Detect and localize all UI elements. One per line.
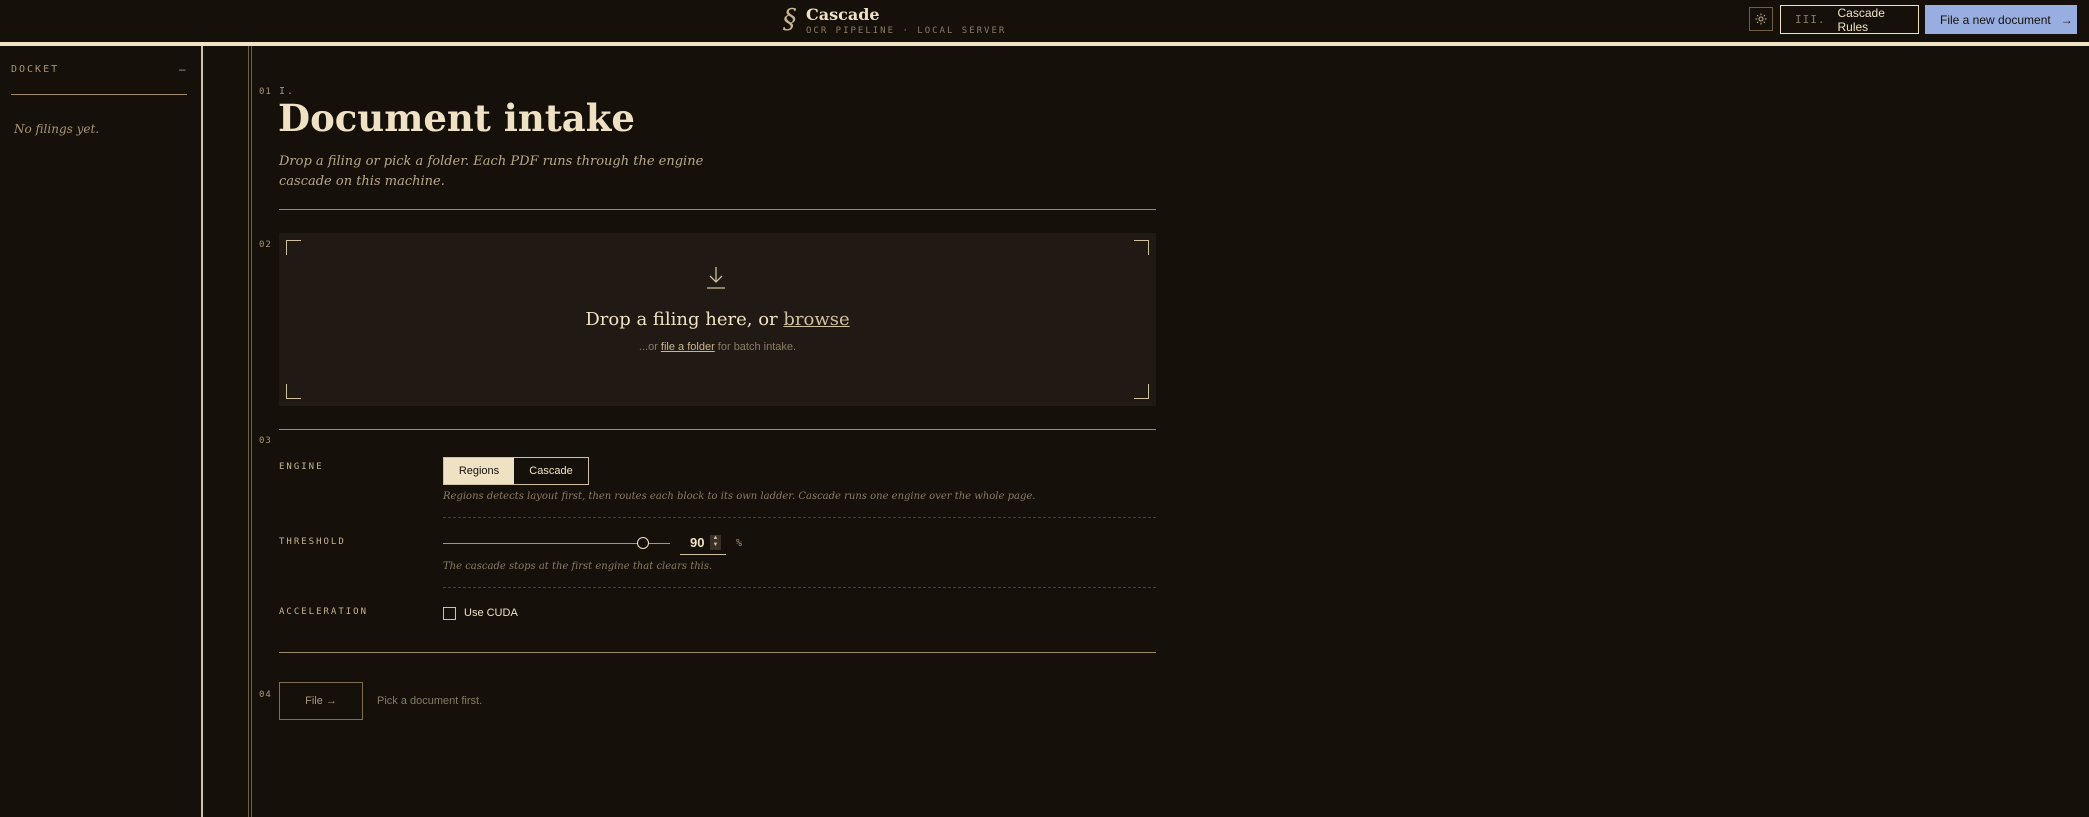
docket-divider — [11, 94, 187, 95]
rules-numeral: III. — [1795, 13, 1826, 26]
app-subtitle: OCR PIPELINE · LOCAL SERVER — [806, 26, 1007, 36]
drop-zone-prompt: Drop a filing here, or browse — [279, 309, 1156, 330]
engine-help: Regions detects layout first, then route… — [443, 491, 1036, 502]
top-bar: § Cascade OCR PIPELINE · LOCAL SERVER II… — [0, 0, 2089, 42]
section-number: 01 — [259, 87, 272, 97]
new-document-label: File a new document — [1940, 12, 2051, 27]
page-intro: Drop a filing or pick a folder. Each PDF… — [279, 154, 704, 189]
gutter-line — [251, 46, 252, 817]
section-number: 02 — [259, 240, 272, 250]
cascade-rules-button[interactable]: III. Cascade Rules — [1780, 5, 1919, 34]
docket-empty-message: No filings yet. — [14, 122, 100, 136]
drop-sub-prefix: ...or — [638, 341, 658, 353]
row-divider — [443, 587, 1156, 588]
section-divider — [279, 209, 1156, 210]
file-submit-button[interactable]: File → — [279, 682, 363, 720]
section-number: 03 — [259, 436, 272, 446]
use-cuda-checkbox[interactable] — [443, 607, 456, 620]
section-divider — [279, 652, 1156, 653]
engine-selector: Regions Cascade — [443, 457, 589, 485]
use-cuda-label[interactable]: Use CUDA — [464, 607, 518, 619]
drop-sub-suffix: for batch intake. — [717, 341, 797, 353]
rules-label: Cascade Rules — [1837, 5, 1885, 34]
threshold-stepper[interactable]: ▲ ▼ — [710, 535, 721, 550]
file-folder-link[interactable]: file a folder — [661, 341, 715, 353]
threshold-value: 90 — [690, 535, 705, 550]
threshold-label: THRESHOLD — [279, 537, 346, 547]
engine-option-regions[interactable]: Regions — [444, 458, 514, 484]
engine-label: ENGINE — [279, 462, 324, 472]
brand-logo: § — [783, 4, 797, 35]
docket-collapse-button[interactable]: – — [179, 62, 186, 76]
threshold-help: The cascade stops at the first engine th… — [443, 561, 713, 572]
section-divider — [279, 429, 1156, 430]
row-divider — [443, 517, 1156, 518]
gutter-line — [248, 46, 249, 817]
docket-title: DOCKET — [11, 64, 60, 75]
section-number: 04 — [259, 690, 272, 700]
sidebar-divider[interactable] — [201, 46, 203, 817]
threshold-slider-handle[interactable] — [636, 537, 649, 549]
page-title: Document intake — [278, 96, 635, 140]
top-bar-divider — [0, 42, 2089, 46]
arrow-right-icon: → — [2060, 12, 2073, 27]
drop-zone-subprompt: ...or file a folder for batch intake. — [279, 341, 1156, 353]
corner-mark — [286, 240, 301, 255]
corner-mark — [286, 384, 301, 399]
engine-option-cascade[interactable]: Cascade — [514, 458, 588, 484]
acceleration-label: ACCELERATION — [279, 607, 369, 617]
docket-sidebar — [0, 46, 202, 817]
sun-icon — [1755, 13, 1767, 25]
threshold-unit: % — [736, 538, 743, 549]
corner-mark — [1134, 384, 1149, 399]
corner-mark — [1134, 240, 1149, 255]
download-icon — [707, 267, 725, 289]
file-drop-zone[interactable]: Drop a filing here, or browse ...or file… — [279, 233, 1156, 406]
threshold-input[interactable]: 90 ▲ ▼ — [680, 533, 726, 555]
new-document-button[interactable]: File a new document → — [1925, 5, 2077, 34]
browse-link[interactable]: browse — [783, 309, 849, 330]
drop-prompt-text: Drop a filing here, or — [585, 309, 778, 330]
threshold-slider-track[interactable] — [443, 543, 670, 544]
app-title: Cascade — [806, 5, 880, 24]
theme-toggle-button[interactable] — [1749, 7, 1773, 31]
submit-hint: Pick a document first. — [377, 695, 483, 707]
